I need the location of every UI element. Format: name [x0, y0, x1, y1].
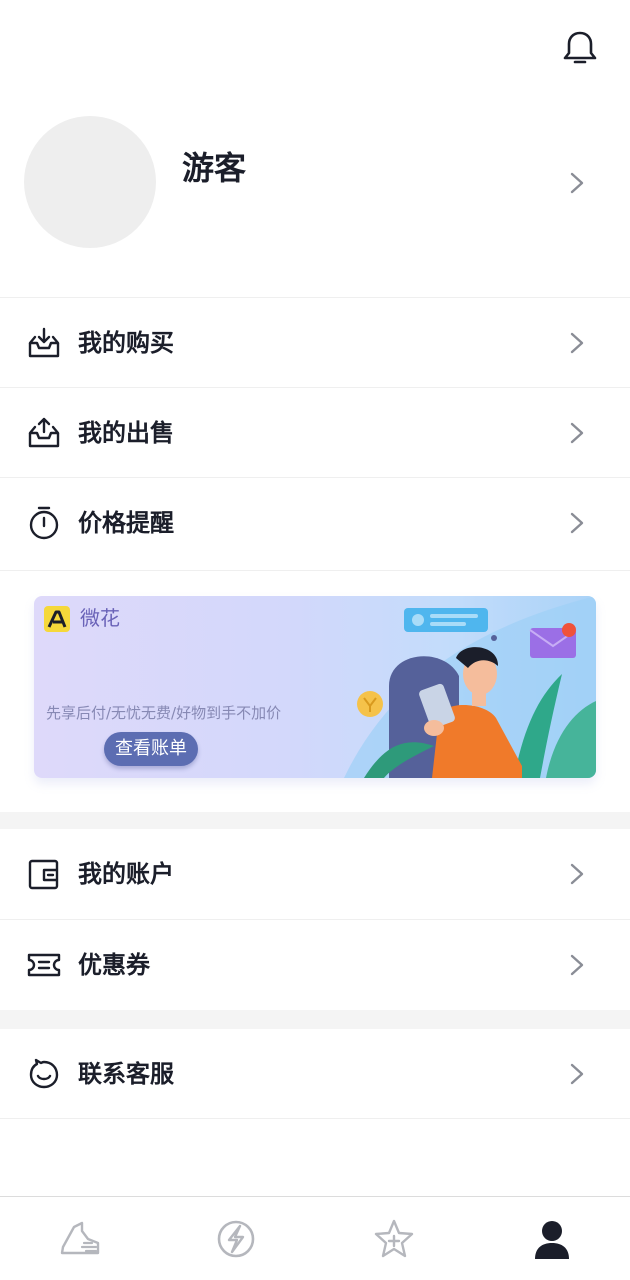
- menu-label: 我的出售: [78, 419, 174, 447]
- username: 游客: [182, 149, 247, 187]
- menu-label: 我的购买: [78, 329, 174, 357]
- banner-illustration: [344, 596, 596, 778]
- menu-secondary: 我的账户 优惠券: [0, 829, 630, 1009]
- weihua-promo-banner[interactable]: 微花 先享后付/无忧无费/好物到手不加价 查看账单: [34, 596, 596, 778]
- bottom-tab-bar: [0, 1196, 630, 1280]
- view-bill-button[interactable]: 查看账单: [104, 732, 198, 766]
- chevron-right-icon: [570, 512, 584, 534]
- section-divider: [0, 812, 630, 829]
- customer-service-icon: [29, 1058, 59, 1089]
- menu-item-my-purchases[interactable]: 我的购买: [0, 297, 630, 387]
- menu-item-my-account[interactable]: 我的账户: [0, 829, 630, 919]
- menu-item-price-alerts[interactable]: 价格提醒: [0, 477, 630, 567]
- menu-item-coupons[interactable]: 优惠券: [0, 919, 630, 1009]
- menu-label: 联系客服: [78, 1060, 174, 1088]
- tab-favorites[interactable]: [370, 1215, 418, 1263]
- avatar[interactable]: [24, 116, 156, 248]
- menu-label: 价格提醒: [78, 509, 174, 537]
- wallet-icon: [28, 859, 59, 890]
- star-plus-icon: [374, 1219, 414, 1258]
- chevron-right-icon: [570, 1063, 584, 1085]
- notification-bell-button[interactable]: [558, 26, 602, 70]
- menu-item-customer-service[interactable]: 联系客服: [0, 1029, 630, 1119]
- chevron-right-icon: [570, 172, 584, 194]
- menu-label: 我的账户: [78, 860, 174, 888]
- chevron-right-icon: [570, 422, 584, 444]
- menu-primary: 我的购买 我的出售 价格提醒: [0, 297, 630, 567]
- chevron-right-icon: [570, 954, 584, 976]
- section-divider: [0, 1010, 630, 1029]
- menu-item-my-sales[interactable]: 我的出售: [0, 387, 630, 477]
- menu-label: 优惠券: [78, 951, 150, 979]
- tab-discover[interactable]: [212, 1215, 260, 1263]
- chevron-right-icon: [570, 863, 584, 885]
- user-icon: [535, 1221, 569, 1259]
- tab-profile[interactable]: [528, 1215, 576, 1263]
- menu-tertiary: 联系客服: [0, 1029, 630, 1119]
- coupon-icon: [27, 953, 61, 977]
- stopwatch-icon: [29, 506, 59, 540]
- sneaker-icon: [60, 1221, 100, 1255]
- bell-icon: [563, 31, 597, 64]
- inbox-upload-icon: [28, 417, 60, 448]
- banner-description: 先享后付/无忧无费/好物到手不加价: [46, 704, 282, 722]
- banner-brand: 微花: [80, 606, 120, 630]
- banner-section: 微花 先享后付/无忧无费/好物到手不加价 查看账单: [0, 570, 630, 812]
- weihua-logo-icon: [44, 606, 70, 632]
- tab-home[interactable]: [56, 1215, 104, 1263]
- chevron-right-icon: [570, 332, 584, 354]
- lightning-circle-icon: [217, 1220, 255, 1258]
- profile-header[interactable]: 游客: [0, 96, 630, 296]
- inbox-download-icon: [28, 327, 60, 358]
